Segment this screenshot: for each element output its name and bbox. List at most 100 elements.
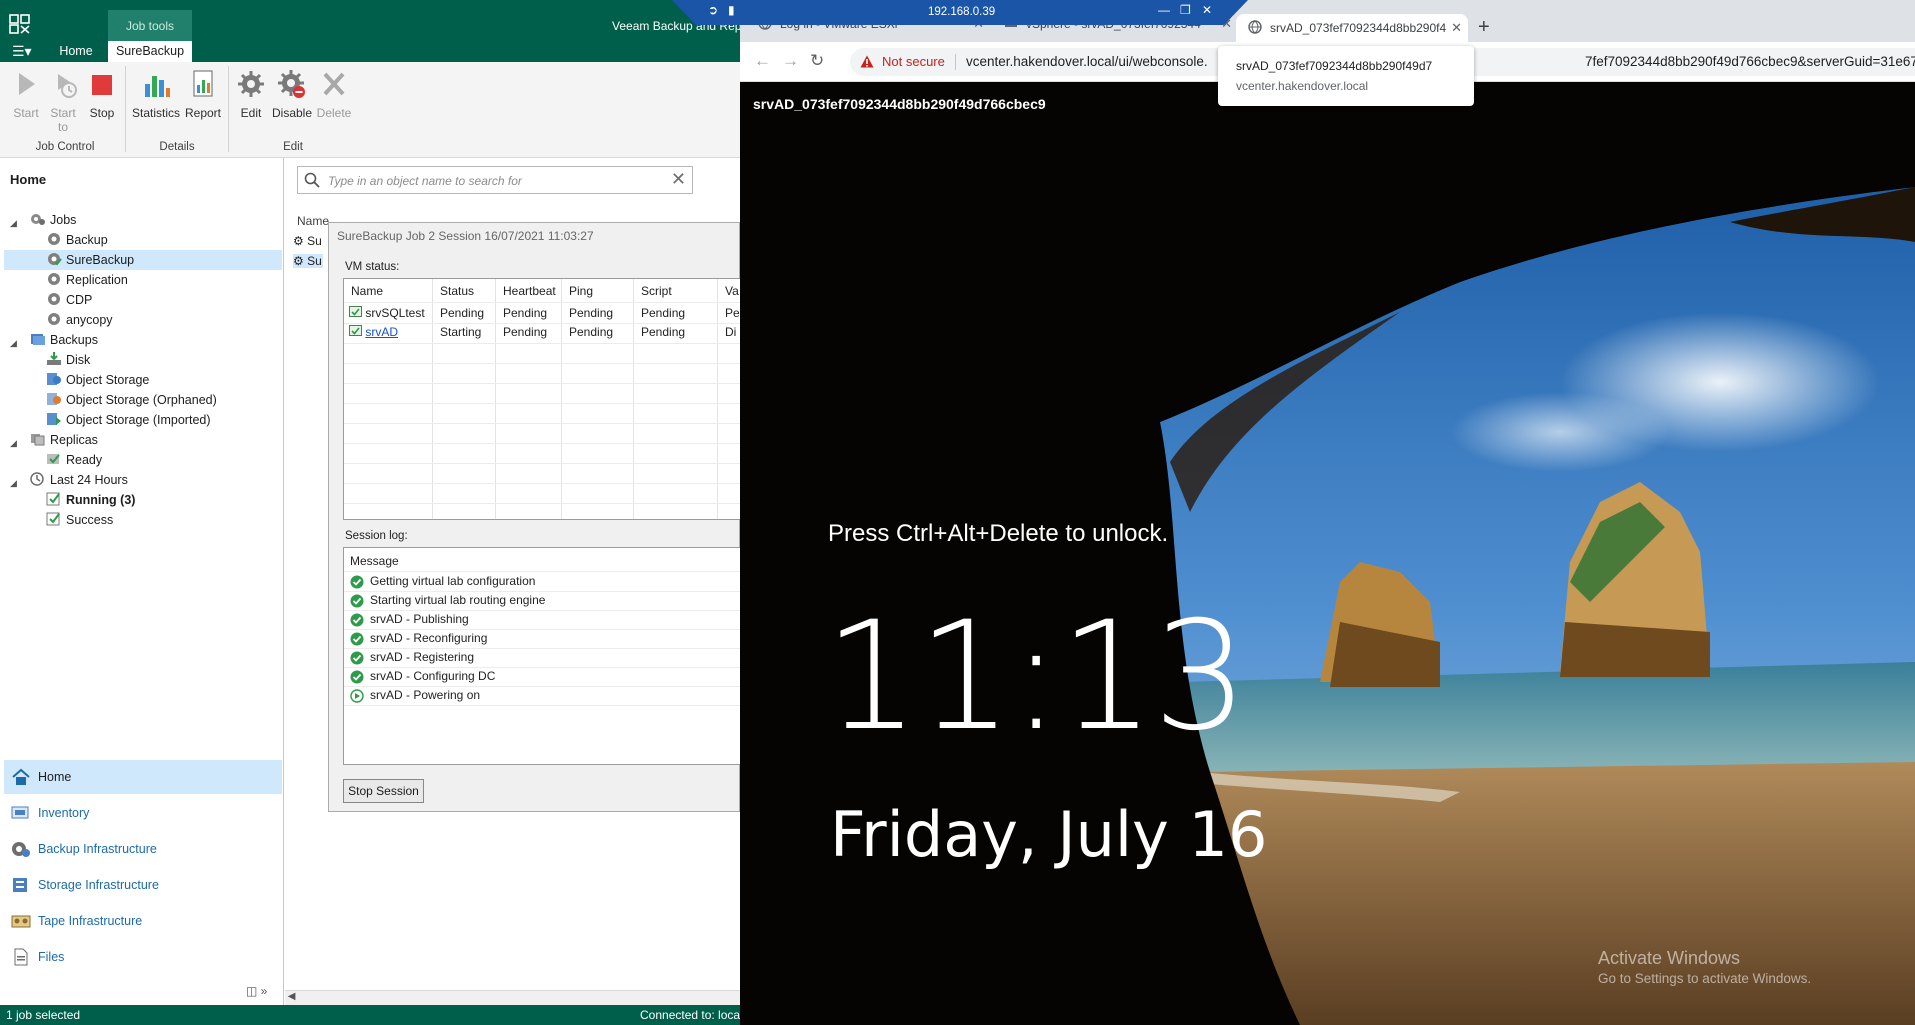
url-text-tail[interactable]: 7fef7092344d8bb290f49d766cbec9&serverGui… bbox=[1585, 54, 1915, 69]
ready-icon bbox=[47, 454, 60, 464]
signal-icon: ▮ bbox=[728, 3, 735, 17]
expand-caret-icon[interactable]: ◢ bbox=[10, 478, 17, 489]
expand-caret-icon[interactable]: ◢ bbox=[10, 438, 17, 449]
col-script[interactable]: Script bbox=[641, 284, 672, 298]
grid-rule bbox=[344, 423, 742, 424]
session-log[interactable]: Message Getting virtual lab configuratio… bbox=[343, 547, 743, 765]
navpane-inventory[interactable]: Inventory bbox=[4, 796, 282, 830]
tree-ready[interactable]: Ready bbox=[46, 450, 102, 470]
search-box[interactable]: Type in an object name to search for ✕ bbox=[297, 166, 693, 194]
reload-icon[interactable]: ↻ bbox=[810, 51, 824, 71]
tree-jobs[interactable]: Jobs bbox=[30, 210, 76, 230]
tree-success[interactable]: Success bbox=[46, 510, 113, 530]
horizontal-scrollbar[interactable]: ◀ bbox=[285, 990, 740, 1005]
tree-backup[interactable]: Backup bbox=[46, 230, 108, 250]
tree-replicas[interactable]: Replicas bbox=[30, 430, 98, 450]
close-tab-icon[interactable]: ✕ bbox=[1451, 18, 1462, 38]
object-storage-icon bbox=[47, 373, 61, 385]
grid-rule bbox=[344, 648, 742, 649]
navpane-files[interactable]: Files bbox=[4, 940, 282, 974]
remote-connection-bar[interactable]: ➲ ▮ 192.168.0.39 — ❐ ✕ bbox=[672, 0, 1248, 25]
log-message-header[interactable]: Message bbox=[350, 554, 399, 568]
tree-object-storage-imported[interactable]: Object Storage (Imported) bbox=[46, 410, 211, 430]
close-icon[interactable]: ✕ bbox=[1202, 3, 1212, 17]
statistics-button[interactable]: Statistics bbox=[131, 68, 181, 120]
expand-caret-icon[interactable]: ◢ bbox=[10, 218, 17, 229]
tooltip-title: srvAD_073fef7092344d8bb290f49d7 bbox=[1236, 59, 1433, 73]
col-name[interactable]: Name bbox=[351, 284, 383, 298]
grid-rule bbox=[344, 571, 742, 572]
cell-validation: Di bbox=[725, 325, 737, 339]
stop-session-button[interactable]: Stop Session bbox=[343, 779, 424, 803]
new-tab-button[interactable]: + bbox=[1478, 16, 1490, 39]
tree-object-storage[interactable]: Object Storage bbox=[46, 370, 149, 390]
tree-surebackup[interactable]: SureBackup bbox=[4, 250, 282, 270]
tab-home[interactable]: Home bbox=[50, 41, 102, 62]
tree-cdp[interactable]: CDP bbox=[46, 290, 92, 310]
tree-object-storage-orphaned[interactable]: Object Storage (Orphaned) bbox=[46, 390, 217, 410]
table-row[interactable]: srvAD bbox=[349, 325, 398, 339]
srvad-link[interactable]: srvAD bbox=[365, 325, 398, 339]
disable-button[interactable]: Disable bbox=[272, 68, 312, 120]
storage-infrastructure-icon bbox=[13, 878, 27, 892]
tree-anycopy[interactable]: anycopy bbox=[46, 310, 113, 330]
grid-rule bbox=[344, 503, 742, 504]
report-button[interactable]: Report bbox=[184, 68, 222, 120]
restore-icon[interactable]: ❐ bbox=[1180, 3, 1191, 17]
start-to-button[interactable]: Start to bbox=[47, 68, 79, 134]
search-input[interactable]: Type in an object name to search for bbox=[328, 174, 522, 188]
url-text[interactable]: vcenter.hakendover.local/ui/webconsole. bbox=[966, 54, 1208, 69]
tree-running[interactable]: Running (3) bbox=[46, 490, 135, 510]
navpane-home[interactable]: Home bbox=[4, 760, 282, 794]
col-validation[interactable]: Va bbox=[725, 284, 739, 298]
stop-button[interactable]: Stop bbox=[86, 68, 118, 120]
tree-replication[interactable]: Replication bbox=[46, 270, 128, 290]
list-item[interactable]: ⚙ Su bbox=[293, 234, 322, 248]
ribbon: Start Start to Stop Job Control Statistic… bbox=[0, 62, 740, 158]
minimize-icon[interactable]: — bbox=[1158, 3, 1170, 17]
grid-rule bbox=[344, 363, 742, 364]
backup-infrastructure-icon bbox=[12, 842, 30, 857]
main-menu-button[interactable]: ☰▾ bbox=[12, 44, 38, 60]
expand-caret-icon[interactable]: ◢ bbox=[10, 338, 17, 349]
col-status[interactable]: Status bbox=[440, 284, 474, 298]
col-heartbeat[interactable]: Heartbeat bbox=[503, 284, 556, 298]
clear-search-icon[interactable]: ✕ bbox=[671, 169, 686, 190]
back-icon[interactable]: ← bbox=[754, 51, 771, 71]
configure-buttons-icon[interactable]: ◫ » bbox=[246, 984, 267, 998]
not-secure-label[interactable]: Not secure bbox=[882, 54, 945, 69]
tree-disk[interactable]: Disk bbox=[46, 350, 90, 370]
log-entry: Starting virtual lab routing engine bbox=[370, 593, 546, 607]
forward-icon[interactable]: → bbox=[782, 51, 799, 71]
col-ping[interactable]: Ping bbox=[569, 284, 593, 298]
delete-button[interactable]: Delete bbox=[314, 68, 354, 120]
column-name-header[interactable]: Name bbox=[297, 214, 329, 228]
home-icon bbox=[12, 768, 30, 785]
vm-status-grid[interactable]: Name Status Heartbeat Ping Script Va srv… bbox=[343, 278, 743, 520]
tab-console[interactable]: srvAD_073fef7092344d8bb290f4 ✕ bbox=[1236, 14, 1468, 42]
edit-button[interactable]: Edit bbox=[234, 68, 268, 120]
grid-rule bbox=[344, 483, 742, 484]
tab-surebackup[interactable]: SureBackup bbox=[108, 41, 192, 62]
tree-last-24-hours[interactable]: Last 24 Hours bbox=[30, 470, 128, 490]
cell-ping: Pending bbox=[569, 325, 614, 339]
navpane-storage-infrastructure[interactable]: Storage Infrastructure bbox=[4, 868, 282, 902]
success-icon bbox=[46, 512, 60, 526]
grid-rule bbox=[344, 403, 742, 404]
object-storage-imported-icon bbox=[47, 413, 61, 425]
activate-windows-hint: Go to Settings to activate Windows. bbox=[1598, 971, 1812, 986]
start-button[interactable]: Start bbox=[11, 68, 41, 120]
vm-console[interactable]: srvAD_073fef7092344d8bb290f49d766cbec9 P… bbox=[740, 82, 1915, 1025]
list-item[interactable]: ⚙ Su bbox=[293, 254, 323, 268]
navpane-tape-infrastructure[interactable]: Tape Infrastructure bbox=[4, 904, 282, 938]
tape-infrastructure-icon bbox=[11, 915, 31, 928]
play-icon bbox=[19, 73, 35, 95]
remote-ip: 192.168.0.39 bbox=[928, 6, 996, 18]
navpane-backup-infrastructure[interactable]: Backup Infrastructure bbox=[4, 832, 282, 866]
pin-icon[interactable]: ➲ bbox=[708, 3, 718, 17]
tree-backups[interactable]: Backups bbox=[30, 330, 98, 350]
group-divider bbox=[228, 66, 229, 152]
log-entry: srvAD - Registering bbox=[370, 650, 475, 664]
nav-heading: Home bbox=[10, 172, 47, 187]
table-row[interactable]: srvSQLtest bbox=[349, 306, 425, 320]
